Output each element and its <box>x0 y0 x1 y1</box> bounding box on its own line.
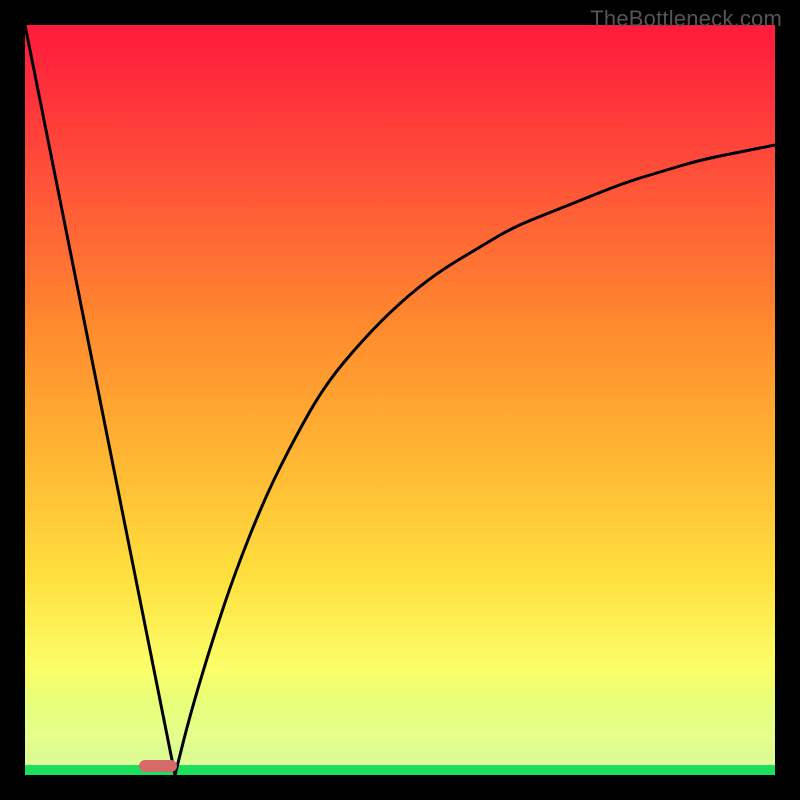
bottleneck-curve <box>25 25 775 775</box>
site-watermark: TheBottleneck.com <box>590 6 782 32</box>
plot-area <box>25 25 775 775</box>
optimum-marker <box>139 760 177 772</box>
chart-frame: TheBottleneck.com <box>0 0 800 800</box>
